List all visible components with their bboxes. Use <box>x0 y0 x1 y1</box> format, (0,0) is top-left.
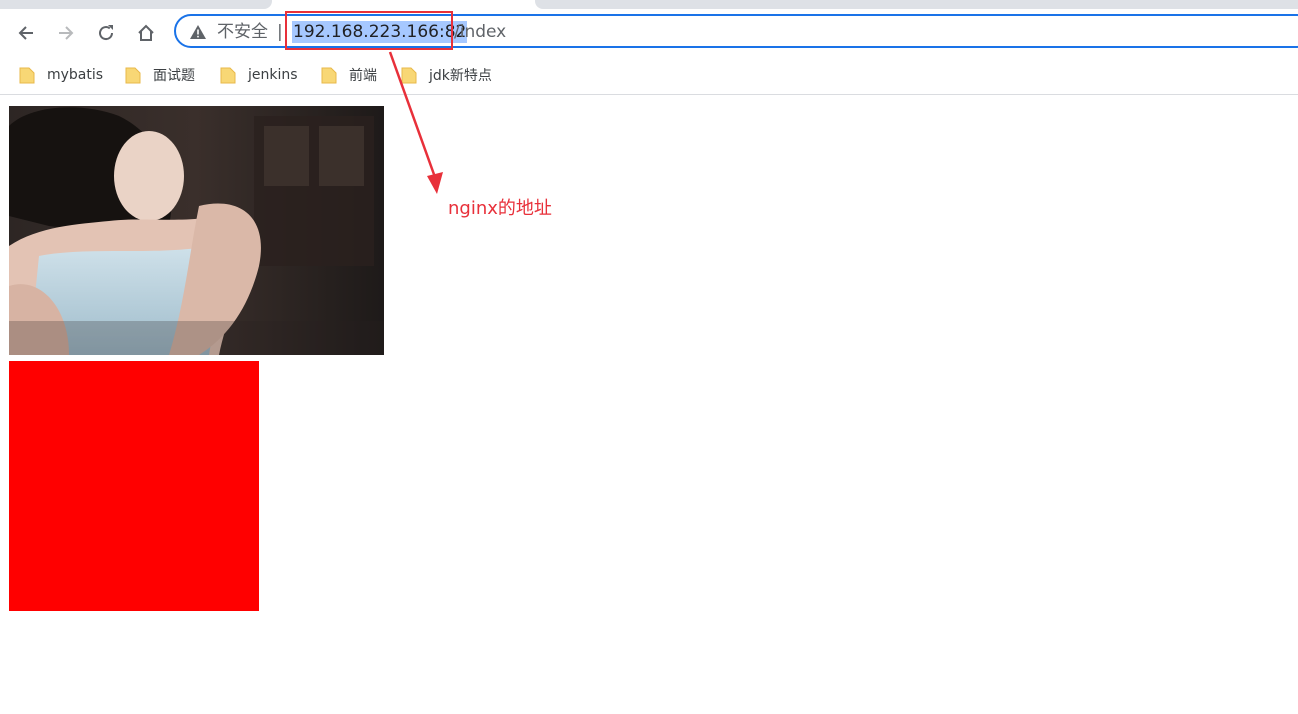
tab-strip <box>0 0 1298 10</box>
tab-next[interactable] <box>535 0 1298 9</box>
url-separator: | <box>277 22 283 42</box>
annotation-highlight-box <box>285 11 453 50</box>
bookmark-label: 面试题 <box>153 68 195 84</box>
back-arrow-icon <box>18 26 33 40</box>
bookmark-interview-questions[interactable]: 面试题 <box>125 65 195 85</box>
security-status-label[interactable]: 不安全 <box>217 22 268 42</box>
annotation-text: nginx的地址 <box>448 198 552 219</box>
bookmark-jdk-features[interactable]: jdk新特点 <box>401 65 492 85</box>
url-path[interactable]: /index <box>454 21 506 43</box>
back-button[interactable] <box>13 20 39 46</box>
folder-icon <box>19 67 35 83</box>
folder-icon <box>125 67 141 83</box>
bookmark-jenkins[interactable]: jenkins <box>220 65 298 85</box>
bookmark-label: mybatis <box>47 67 104 83</box>
red-box <box>9 361 259 611</box>
bookmarks-bar: mybatis 面试题 jenkins 前端 jdk新特点 <box>0 56 1298 95</box>
bookmark-label: jenkins <box>248 67 298 83</box>
page-photo <box>9 106 384 355</box>
warning-icon <box>190 25 206 39</box>
bookmark-label: 前端 <box>349 68 377 84</box>
home-icon <box>138 24 154 41</box>
browser-toolbar: 不安全 | 192.168.223.166:82 /index <box>0 10 1298 56</box>
tab-previous[interactable] <box>0 0 272 9</box>
folder-icon <box>321 67 337 83</box>
folder-icon <box>401 67 417 83</box>
home-button[interactable] <box>133 20 159 46</box>
forward-button[interactable] <box>53 20 79 46</box>
forward-arrow-icon <box>59 26 74 40</box>
reload-button[interactable] <box>93 20 119 46</box>
bookmark-frontend[interactable]: 前端 <box>321 65 377 85</box>
folder-icon <box>220 67 236 83</box>
bookmark-mybatis[interactable]: mybatis <box>19 65 103 85</box>
reload-icon <box>99 25 114 41</box>
bookmark-label: jdk新特点 <box>429 68 492 84</box>
